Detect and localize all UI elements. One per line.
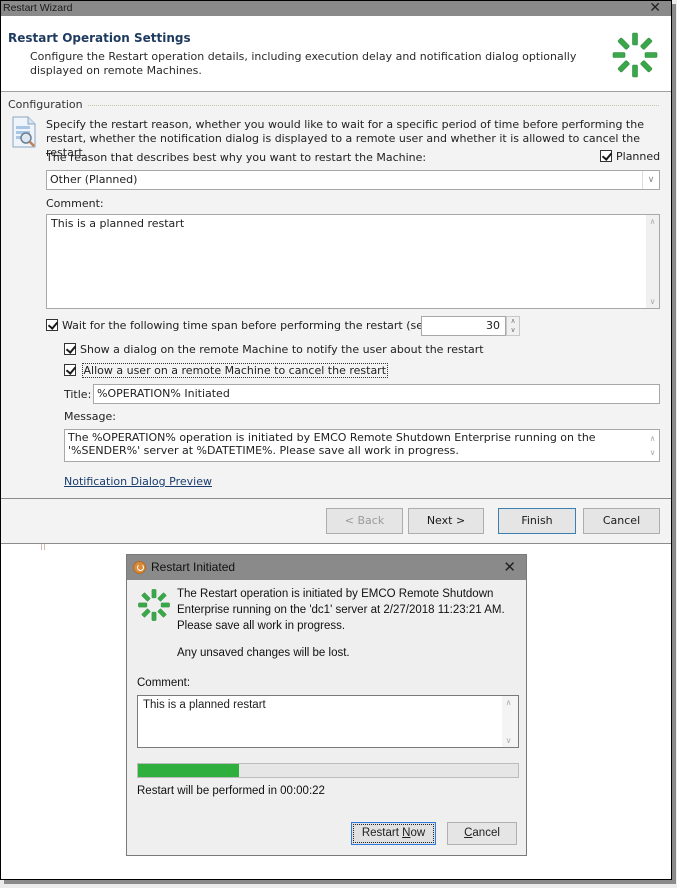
restart-now-button[interactable]: Restart Now [351, 822, 436, 845]
cancel-button[interactable]: Cancel [583, 508, 660, 534]
progress-fill [138, 764, 239, 777]
message-textarea[interactable]: The %OPERATION% operation is initiated b… [64, 429, 660, 462]
cancel-label-suffix: ancel [472, 827, 500, 839]
allow-cancel-label: Allow a user on a remote Machine to canc… [81, 363, 389, 378]
wait-seconds-input[interactable]: 30 [421, 316, 506, 336]
dialog-comment-textarea[interactable]: This is a planned restart ∧ ∨ [137, 695, 519, 748]
power-icon [133, 561, 146, 574]
allow-cancel-checkbox[interactable]: Allow a user on a remote Machine to canc… [64, 363, 389, 378]
planned-label: Planned [616, 150, 661, 163]
planned-checkbox[interactable]: Planned [600, 150, 660, 163]
dialog-message: The Restart operation is initiated by EM… [177, 588, 505, 632]
restart-progress-bar [137, 763, 519, 778]
scroll-up-icon[interactable]: ∧ [646, 217, 659, 226]
show-dialog-label: Show a dialog on the remote Machine to n… [80, 343, 484, 356]
dialog-comment-label: Comment: [137, 677, 191, 689]
wait-checkbox[interactable]: Wait for the following time span before … [46, 319, 437, 332]
reason-label: The reason that describes best why you w… [46, 151, 427, 164]
comment-scrollbar[interactable]: ∧ ∨ [646, 215, 659, 308]
message-label: Message: [64, 410, 116, 423]
restart-initiated-dialog: Restart Initiated ✕ The Restart operatio… [126, 554, 527, 856]
configuration-group-label: Configuration [8, 98, 87, 111]
page-title: Restart Operation Settings [8, 31, 191, 45]
next-button[interactable]: Next > [408, 508, 484, 534]
title-input[interactable]: %OPERATION% Initiated [93, 384, 660, 404]
dialog-warning: Any unsaved changes will be lost. [177, 647, 350, 659]
restart-now-label: Restart [361, 827, 403, 839]
comment-text: This is a planned restart [51, 217, 185, 230]
wizard-title-bar: Restart Wizard ✕ [1, 0, 671, 16]
countdown-status: Restart will be performed in 00:00:22 [137, 785, 325, 797]
screenshot-canvas: Restart Wizard ✕ Restart Operation Setti… [0, 0, 672, 880]
wait-label: Wait for the following time span before … [62, 319, 438, 332]
stepper-down-icon[interactable]: ∨ [507, 326, 519, 335]
reason-dropdown[interactable]: Other (Planned) ∨ [46, 170, 660, 190]
checkmark-icon[interactable] [64, 343, 76, 355]
checkmark-icon[interactable] [64, 364, 76, 376]
document-search-icon [12, 116, 36, 148]
footer-divider [1, 498, 671, 499]
page-description: Configure the Restart operation details,… [30, 50, 577, 77]
emco-spinner-icon [138, 589, 170, 621]
dialog-title-bar: Restart Initiated ✕ [127, 555, 526, 580]
close-icon[interactable]: ✕ [649, 0, 661, 15]
close-icon[interactable]: ✕ [503, 555, 516, 580]
title-label: Title: [64, 388, 92, 401]
comment-label: Comment: [46, 197, 104, 210]
scroll-down-icon[interactable]: ∨ [502, 736, 515, 745]
dialog-cancel-button[interactable]: Cancel [447, 822, 517, 845]
wait-seconds-stepper[interactable]: ∧ ∨ [506, 316, 520, 336]
back-button[interactable]: < Back [326, 508, 403, 534]
comment-textarea[interactable]: This is a planned restart ∧ ∨ [46, 214, 660, 309]
wizard-window-title: Restart Wizard [3, 2, 73, 14]
chevron-down-icon[interactable]: ∨ [642, 171, 659, 189]
dialog-comment-text: This is a planned restart [143, 699, 266, 711]
dialog-title: Restart Initiated [151, 560, 236, 574]
emco-spinner-icon [612, 32, 658, 78]
finish-button[interactable]: Finish [498, 508, 576, 534]
scroll-up-icon[interactable]: ∧ [502, 698, 515, 707]
restart-now-label-suffix: ow [410, 827, 426, 839]
artifact-mark [41, 544, 45, 550]
wizard-header: Restart Operation Settings Configure the… [1, 16, 671, 92]
notification-preview-link[interactable]: Notification Dialog Preview [64, 475, 212, 488]
show-dialog-checkbox[interactable]: Show a dialog on the remote Machine to n… [64, 343, 484, 356]
restart-wizard-window: Restart Wizard ✕ Restart Operation Setti… [1, 0, 671, 544]
message-scrollbar[interactable]: ∧ ∨ [646, 430, 659, 461]
scroll-up-icon[interactable]: ∧ [646, 432, 659, 445]
message-text: The %OPERATION% operation is initiated b… [68, 431, 596, 457]
dialog-comment-scrollbar[interactable]: ∧ ∨ [502, 696, 518, 747]
reason-selected-value: Other (Planned) [50, 173, 138, 186]
checkmark-icon[interactable] [600, 150, 612, 162]
stepper-up-icon[interactable]: ∧ [507, 317, 519, 326]
checkmark-icon[interactable] [46, 319, 58, 331]
group-divider [81, 105, 659, 106]
scroll-down-icon[interactable]: ∨ [646, 446, 659, 459]
scroll-down-icon[interactable]: ∨ [646, 297, 659, 306]
